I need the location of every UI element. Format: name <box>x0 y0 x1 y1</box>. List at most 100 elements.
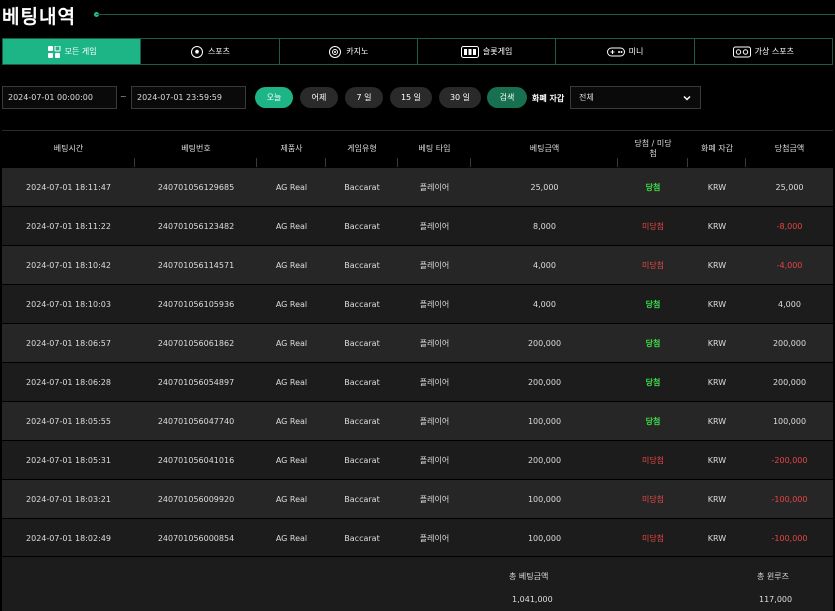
total-bet-value: 1,041,000 <box>512 595 553 604</box>
column-header: 당첨금액 <box>774 144 805 153</box>
cell-game-type: Baccarat <box>344 533 380 543</box>
virtual-sports-icon <box>732 46 751 57</box>
cell-win-amount: -100,000 <box>771 494 808 504</box>
cell-win-amount: 100,000 <box>772 416 807 426</box>
cell-provider: AG Real <box>275 338 308 348</box>
table-row: 2024-07-01 18:05:55 240701056047740 AG Rea… <box>2 401 833 440</box>
cell-result: 당첨 <box>645 182 661 192</box>
table-row: 2024-07-01 18:06:28 240701056054897 AG Rea… <box>2 362 833 401</box>
cell-win-amount: 25,000 <box>775 182 804 192</box>
cell-provider: AG Real <box>275 377 308 387</box>
column-header: 베팅시간 <box>2 131 135 167</box>
cell-result: 당첨 <box>645 377 661 387</box>
table-body: 2024-07-01 18:11:47 240701056129685 AG Rea… <box>2 167 833 557</box>
tab-label: 가상 스포츠 <box>754 47 794 56</box>
gamepad-icon <box>606 47 625 56</box>
cell-bet-type: 플레이어 <box>419 299 450 309</box>
cell-bet-number: 240701056009920 <box>157 494 235 504</box>
cell-currency: KRW <box>707 494 727 504</box>
tab-label: 슬롯게임 <box>482 47 513 56</box>
currency-label: 화폐 자갑 <box>532 94 565 103</box>
15-days-button[interactable]: 15 일 <box>390 87 432 108</box>
cell-bet-time: 2024-07-01 18:10:03 <box>26 299 111 309</box>
cell-bet-time: 2024-07-01 18:02:49 <box>26 533 111 543</box>
cell-game-type: Baccarat <box>344 416 380 426</box>
cell-result: 미당첨 <box>641 221 665 231</box>
cell-provider: AG Real <box>275 533 308 543</box>
cell-bet-amount: 8,000 <box>533 221 556 231</box>
chevron-down-icon <box>683 95 691 101</box>
cell-bet-type: 플레이어 <box>419 221 450 231</box>
tab-all-games[interactable]: 모든 게임 <box>3 39 142 64</box>
cell-bet-number: 240701056105936 <box>157 299 235 309</box>
total-win-value: 117,000 <box>759 595 793 604</box>
yesterday-button[interactable]: 어제 <box>300 87 338 108</box>
header: 베팅내역 <box>0 0 835 32</box>
cell-bet-number: 240701056047740 <box>157 416 235 426</box>
tab-mini[interactable]: 미니 <box>556 39 695 64</box>
cell-bet-amount: 25,000 <box>530 182 559 192</box>
cell-result: 미당첨 <box>641 494 665 504</box>
cell-currency: KRW <box>707 533 727 543</box>
cell-provider: AG Real <box>275 221 308 231</box>
cell-currency: KRW <box>707 377 727 387</box>
start-date-input[interactable]: 2024-07-01 00:00:00 <box>2 86 117 109</box>
tab-casino[interactable]: 카지노 <box>279 39 418 64</box>
cell-provider: AG Real <box>275 260 308 270</box>
search-button[interactable]: 검색 <box>487 87 527 108</box>
30-days-button[interactable]: 30 일 <box>439 87 481 108</box>
cell-bet-number: 240701056054897 <box>157 377 235 387</box>
tab-label: 미니 <box>628 47 644 56</box>
cell-result: 당첨 <box>645 338 661 348</box>
cell-bet-type: 플레이어 <box>419 377 450 387</box>
cell-provider: AG Real <box>275 455 308 465</box>
cell-currency: KRW <box>707 455 727 465</box>
currency-select[interactable]: 전체 <box>570 86 701 109</box>
cell-bet-amount: 200,000 <box>527 338 562 348</box>
cell-bet-time: 2024-07-01 18:10:42 <box>26 260 111 270</box>
today-button[interactable]: 오늘 <box>255 87 293 108</box>
cell-bet-type: 플레이어 <box>419 338 450 348</box>
tab-virtual-sports[interactable]: 가상 스포츠 <box>694 39 832 64</box>
cell-game-type: Baccarat <box>344 299 380 309</box>
column-header: 당첨 / 미당첨 <box>618 131 688 167</box>
tab-sports[interactable]: 스포츠 <box>141 39 280 64</box>
column-header: 제품사 <box>257 131 326 167</box>
tab-slot[interactable]: 슬롯게임 <box>417 39 557 64</box>
cell-game-type: Baccarat <box>344 494 380 504</box>
cell-win-amount: 200,000 <box>772 338 807 348</box>
date-range-separator: ~ <box>120 92 127 101</box>
column-header: 베팅 타입 <box>398 131 471 167</box>
cell-bet-amount: 100,000 <box>527 494 562 504</box>
page-title: 베팅내역 <box>2 6 76 28</box>
cell-bet-number: 240701056123482 <box>157 221 235 231</box>
filter-bar: 2024-07-01 00:00:00 ~ 2024-07-01 23:59:5… <box>2 86 833 110</box>
cell-result: 미당첨 <box>641 455 665 465</box>
cell-bet-time: 2024-07-01 18:03:21 <box>26 494 111 504</box>
cell-win-amount: -100,000 <box>771 533 808 543</box>
end-date-input[interactable]: 2024-07-01 23:59:59 <box>131 86 246 109</box>
cell-bet-type: 플레이어 <box>419 416 450 426</box>
tab-label: 모든 게임 <box>64 47 97 56</box>
cell-bet-number: 240701056041016 <box>157 455 235 465</box>
cell-bet-time: 2024-07-01 18:05:55 <box>26 416 111 426</box>
tab-label: 스포츠 <box>207 47 231 56</box>
cell-currency: KRW <box>707 182 727 192</box>
table-summary: 총 베팅금액 1,041,000 총 윈루즈 117,000 <box>2 556 833 611</box>
cell-bet-number: 240701056000854 <box>157 533 235 543</box>
cell-currency: KRW <box>707 299 727 309</box>
betting-history-table: 베팅시간 베팅번호 제품사 게임유형 베팅 타입 베팅금액 당첨 / 미당첨 화… <box>2 130 833 557</box>
cell-bet-time: 2024-07-01 18:11:47 <box>26 182 111 192</box>
7-days-button[interactable]: 7 일 <box>345 87 383 108</box>
cell-bet-time: 2024-07-01 18:11:22 <box>26 221 111 231</box>
slot-machine-icon <box>460 45 479 58</box>
cell-bet-number: 240701056114571 <box>157 260 235 270</box>
casino-chip-icon <box>329 45 342 58</box>
cell-bet-amount: 200,000 <box>527 377 562 387</box>
cell-win-amount: -8,000 <box>776 221 803 231</box>
cell-result: 미당첨 <box>641 260 665 270</box>
cell-bet-number: 240701056129685 <box>157 182 235 192</box>
cell-provider: AG Real <box>275 494 308 504</box>
cell-bet-type: 플레이어 <box>419 533 450 543</box>
cell-currency: KRW <box>707 338 727 348</box>
